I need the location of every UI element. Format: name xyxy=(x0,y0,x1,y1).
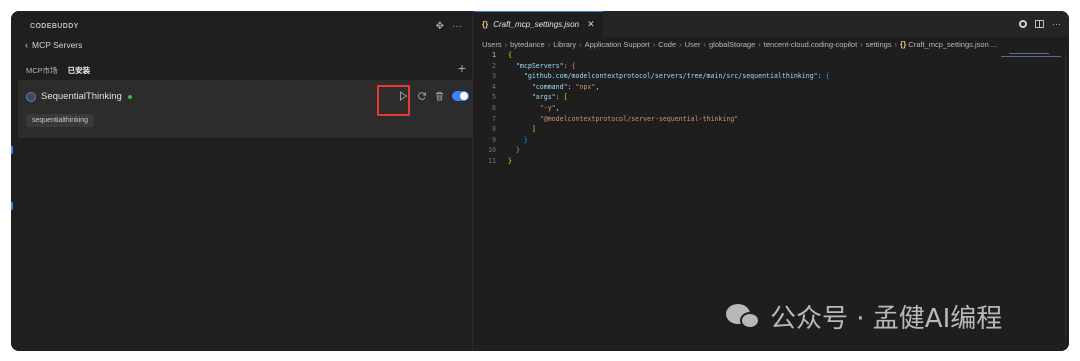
breadcrumb-item[interactable]: globalStorage xyxy=(709,40,755,49)
back-button[interactable]: ‹ MCP Servers xyxy=(25,40,82,50)
breadcrumb-item[interactable]: User xyxy=(685,40,701,49)
breadcrumb-item[interactable]: Application Support xyxy=(585,40,650,49)
editor-tab[interactable]: {} Craft_mcp_settings.json ✕ xyxy=(474,11,603,37)
line-number: 10 xyxy=(488,146,496,155)
editor-tab-label: Craft_mcp_settings.json xyxy=(493,20,580,29)
code-key: "command" xyxy=(531,82,568,91)
breadcrumb-item[interactable]: tencent-cloud.coding-copilot xyxy=(764,40,857,49)
wechat-icon xyxy=(726,302,762,332)
line-number: 4 xyxy=(492,82,496,91)
tab-marketplace[interactable]: MCP市场 xyxy=(26,65,58,76)
panel-title: CODEBUDDY xyxy=(30,22,79,30)
edge-indicator xyxy=(11,146,13,154)
server-name: SequentialThinking xyxy=(41,91,122,102)
watermark: 公众号 · 孟健AI编程 xyxy=(726,298,1002,335)
code-area[interactable]: 1{ 2 "mcpServers": { 3 "github.com/model… xyxy=(474,50,1069,167)
code-text: { xyxy=(508,51,512,59)
split-editor-icon[interactable] xyxy=(1035,20,1044,28)
tabs: MCP市场 已安装 xyxy=(26,62,472,78)
line-number: 11 xyxy=(488,156,496,165)
json-file-icon: {} xyxy=(900,40,907,49)
plus-icon[interactable]: + xyxy=(458,61,466,75)
code-key: "mcpServers" xyxy=(515,61,564,70)
breadcrumb-item[interactable]: Library xyxy=(553,40,576,49)
line-number: 3 xyxy=(492,72,496,81)
code-string: "npx" xyxy=(575,82,596,91)
line-number: 8 xyxy=(492,125,496,134)
sidebar-panel: CODEBUDDY ✥ ··· ‹ MCP Servers MCP市场 已安装 … xyxy=(11,11,473,351)
more-icon[interactable]: ··· xyxy=(452,21,462,32)
move-icon[interactable]: ✥ xyxy=(436,21,444,32)
line-number: 5 xyxy=(492,93,496,102)
breadcrumb-item[interactable]: Code xyxy=(658,40,676,49)
status-dot xyxy=(127,94,132,99)
watermark-text: 公众号 · 孟健AI编程 xyxy=(770,304,1003,334)
breadcrumb-item[interactable]: Users xyxy=(482,40,502,49)
back-label: MCP Servers xyxy=(32,40,83,50)
tool-tag: sequentialthinking xyxy=(26,114,95,127)
server-icon xyxy=(26,91,36,102)
server-header: SequentialThinking xyxy=(26,91,132,102)
enable-toggle[interactable] xyxy=(452,90,469,101)
refresh-icon[interactable] xyxy=(416,90,427,101)
panel-actions: ✥ ··· xyxy=(436,21,462,32)
panel-header: CODEBUDDY ✥ ··· xyxy=(11,11,472,41)
trash-icon[interactable] xyxy=(434,90,445,101)
gear-icon[interactable] xyxy=(1019,20,1027,28)
line-number: 7 xyxy=(492,114,496,123)
tab-installed[interactable]: 已安装 xyxy=(68,65,91,76)
code-string: "-y" xyxy=(539,103,556,112)
line-number: 1 xyxy=(492,51,496,59)
code-key: "github.com/modelcontextprotocol/servers… xyxy=(523,72,818,81)
editor-tab-bar: {} Craft_mcp_settings.json ✕ ··· xyxy=(474,11,1069,37)
edge-indicator xyxy=(11,202,13,210)
code-key: "args" xyxy=(531,93,556,102)
chevron-left-icon: ‹ xyxy=(25,40,28,50)
line-number: 9 xyxy=(492,135,496,144)
line-number: 2 xyxy=(492,61,496,70)
breadcrumb-item[interactable]: settings xyxy=(866,40,892,49)
highlight-box xyxy=(377,85,410,116)
more-icon[interactable]: ··· xyxy=(1052,19,1061,29)
close-icon[interactable]: ✕ xyxy=(587,19,595,30)
code-string: "@modelcontextprotocol/server-sequential… xyxy=(539,114,739,123)
breadcrumb-item[interactable]: bytedance xyxy=(510,40,545,49)
breadcrumb-item[interactable]: Craft_mcp_settings.json ... xyxy=(908,40,997,49)
line-number: 6 xyxy=(492,103,496,112)
json-file-icon: {} xyxy=(482,20,489,29)
editor-actions: ··· xyxy=(1019,19,1061,29)
